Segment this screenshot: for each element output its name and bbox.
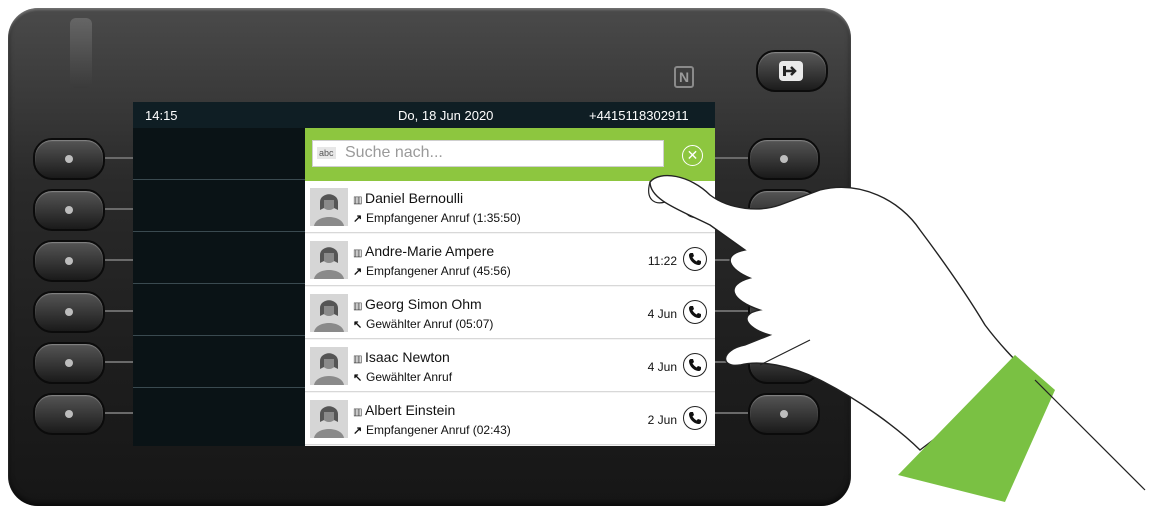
left-key-slot[interactable] <box>133 284 305 336</box>
outgoing-call-icon: ↖ <box>353 372 363 384</box>
nfc-icon: N <box>674 66 694 88</box>
left-function-key-3[interactable] <box>33 240 105 282</box>
outgoing-call-icon: ↖ <box>353 319 363 331</box>
building-icon: ▥ <box>353 407 363 418</box>
left-key-slot[interactable] <box>133 232 305 284</box>
left-key-slot[interactable] <box>133 128 305 180</box>
building-icon: ▥ <box>353 195 363 206</box>
left-function-key-6[interactable] <box>33 393 105 435</box>
status-number: +4415118302911 <box>589 108 689 123</box>
call-detail: Empfangener Anruf (1:35:50) <box>366 211 521 225</box>
status-time: 14:15 <box>145 108 178 123</box>
call-detail: Gewählter Anruf (05:07) <box>366 317 494 331</box>
avatar <box>310 400 348 438</box>
building-icon: ▥ <box>353 301 363 312</box>
call-detail: Empfangener Anruf (45:56) <box>366 264 511 278</box>
status-bar: 14:15 Do, 18 Jun 2020 +4415118302911 <box>133 102 715 128</box>
hand-illustration <box>648 174 1146 502</box>
left-function-key-2[interactable] <box>33 189 105 231</box>
avatar <box>310 294 348 332</box>
avatar <box>310 188 348 226</box>
left-key-slot[interactable] <box>133 336 305 388</box>
incoming-call-icon: ↗ <box>353 213 363 225</box>
logout-icon <box>779 61 803 81</box>
contact-name: Georg Simon Ohm <box>365 296 482 312</box>
left-key-slot[interactable] <box>133 388 305 446</box>
contact-name: Daniel Bernoulli <box>365 190 464 206</box>
left-function-key-1[interactable] <box>33 138 105 180</box>
contact-name: Albert Einstein <box>365 402 456 418</box>
building-icon: ▥ <box>353 248 363 259</box>
call-detail: Empfangener Anruf (02:43) <box>366 423 511 437</box>
contact-name: Andre-Marie Ampere <box>365 243 495 259</box>
left-function-key-4[interactable] <box>33 291 105 333</box>
incoming-call-icon: ↗ <box>353 266 363 278</box>
call-detail: Gewählter Anruf <box>366 370 453 384</box>
search-field[interactable]: abc <box>312 140 664 167</box>
input-mode-badge: abc <box>317 147 336 159</box>
left-key-slot[interactable] <box>133 180 305 232</box>
handset-cradle <box>70 18 92 88</box>
avatar <box>310 347 348 385</box>
contact-name: Isaac Newton <box>365 349 450 365</box>
status-date: Do, 18 Jun 2020 <box>398 108 494 123</box>
logout-button[interactable] <box>756 50 828 92</box>
incoming-call-icon: ↗ <box>353 425 363 437</box>
left-function-key-5[interactable] <box>33 342 105 384</box>
building-icon: ▥ <box>353 354 363 365</box>
avatar <box>310 241 348 279</box>
search-input[interactable] <box>345 143 655 163</box>
